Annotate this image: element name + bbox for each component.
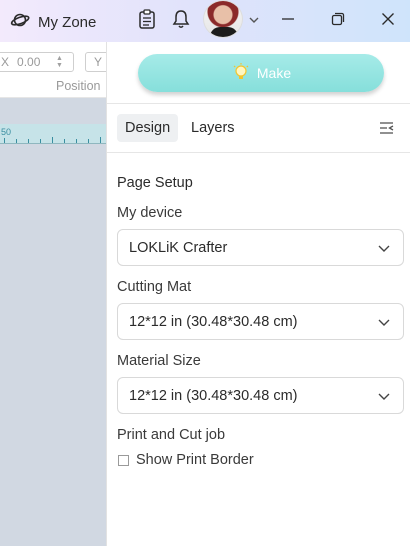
device-value: LOKLiK Crafter — [129, 239, 228, 256]
position-toolbar: X 0.00 ▲ ▼ Y Position — [0, 42, 115, 98]
cutting-mat-select[interactable]: 12*12 in (30.48*30.48 cm) — [117, 303, 404, 340]
my-zone-label: My Zone — [38, 14, 97, 31]
divider — [107, 152, 410, 153]
make-button[interactable]: Make — [138, 54, 384, 92]
chevron-down-icon — [378, 245, 390, 252]
position-x-prefix: X — [1, 55, 10, 69]
show-print-border-checkbox[interactable] — [118, 454, 129, 466]
tab-layers[interactable]: Layers — [183, 114, 243, 142]
clipboard-icon[interactable] — [136, 8, 158, 30]
chevron-down-icon[interactable] — [243, 9, 265, 31]
material-size-label: Material Size — [117, 353, 201, 369]
planet-icon — [10, 10, 30, 35]
tab-design[interactable]: Design — [117, 114, 179, 142]
title-bar: My Zone — [0, 0, 410, 42]
divider — [107, 103, 410, 104]
position-y-prefix: Y — [94, 55, 103, 69]
make-label: Make — [256, 65, 292, 81]
show-print-border-label: Show Print Border — [136, 452, 254, 468]
design-panel: Make Design Layers Page Setup My device … — [106, 42, 410, 546]
my-zone-button[interactable]: My Zone — [10, 10, 96, 35]
avatar[interactable] — [203, 0, 243, 38]
chevron-down-icon — [378, 319, 390, 326]
position-x-stepper[interactable]: ▲ ▼ — [56, 55, 63, 69]
show-print-border-row[interactable]: Show Print Border — [118, 452, 254, 468]
chevron-down-icon — [378, 393, 390, 400]
minimize-icon[interactable] — [277, 8, 299, 30]
device-select[interactable]: LOKLiK Crafter — [117, 229, 404, 266]
position-label: Position — [56, 79, 101, 93]
cutting-mat-value: 12*12 in (30.48*30.48 cm) — [129, 313, 298, 330]
horizontal-ruler: 50 — [0, 124, 106, 144]
close-icon[interactable] — [377, 8, 399, 30]
ruler-number: 50 — [1, 127, 12, 137]
material-size-value: 12*12 in (30.48*30.48 cm) — [129, 387, 298, 404]
page-setup-title: Page Setup — [117, 175, 193, 191]
material-size-select[interactable]: 12*12 in (30.48*30.48 cm) — [117, 377, 404, 414]
bell-icon[interactable] — [170, 8, 192, 30]
collapse-panel-icon[interactable] — [379, 121, 395, 135]
canvas-area[interactable]: X 0.00 ▲ ▼ Y Position 50 — [0, 42, 115, 546]
lightbulb-icon — [231, 62, 251, 85]
restore-icon[interactable] — [327, 8, 349, 30]
device-label: My device — [117, 205, 183, 221]
print-and-cut-label: Print and Cut job — [117, 427, 226, 443]
position-x-value: 0.00 — [17, 55, 41, 69]
cutting-mat-label: Cutting Mat — [117, 279, 192, 295]
